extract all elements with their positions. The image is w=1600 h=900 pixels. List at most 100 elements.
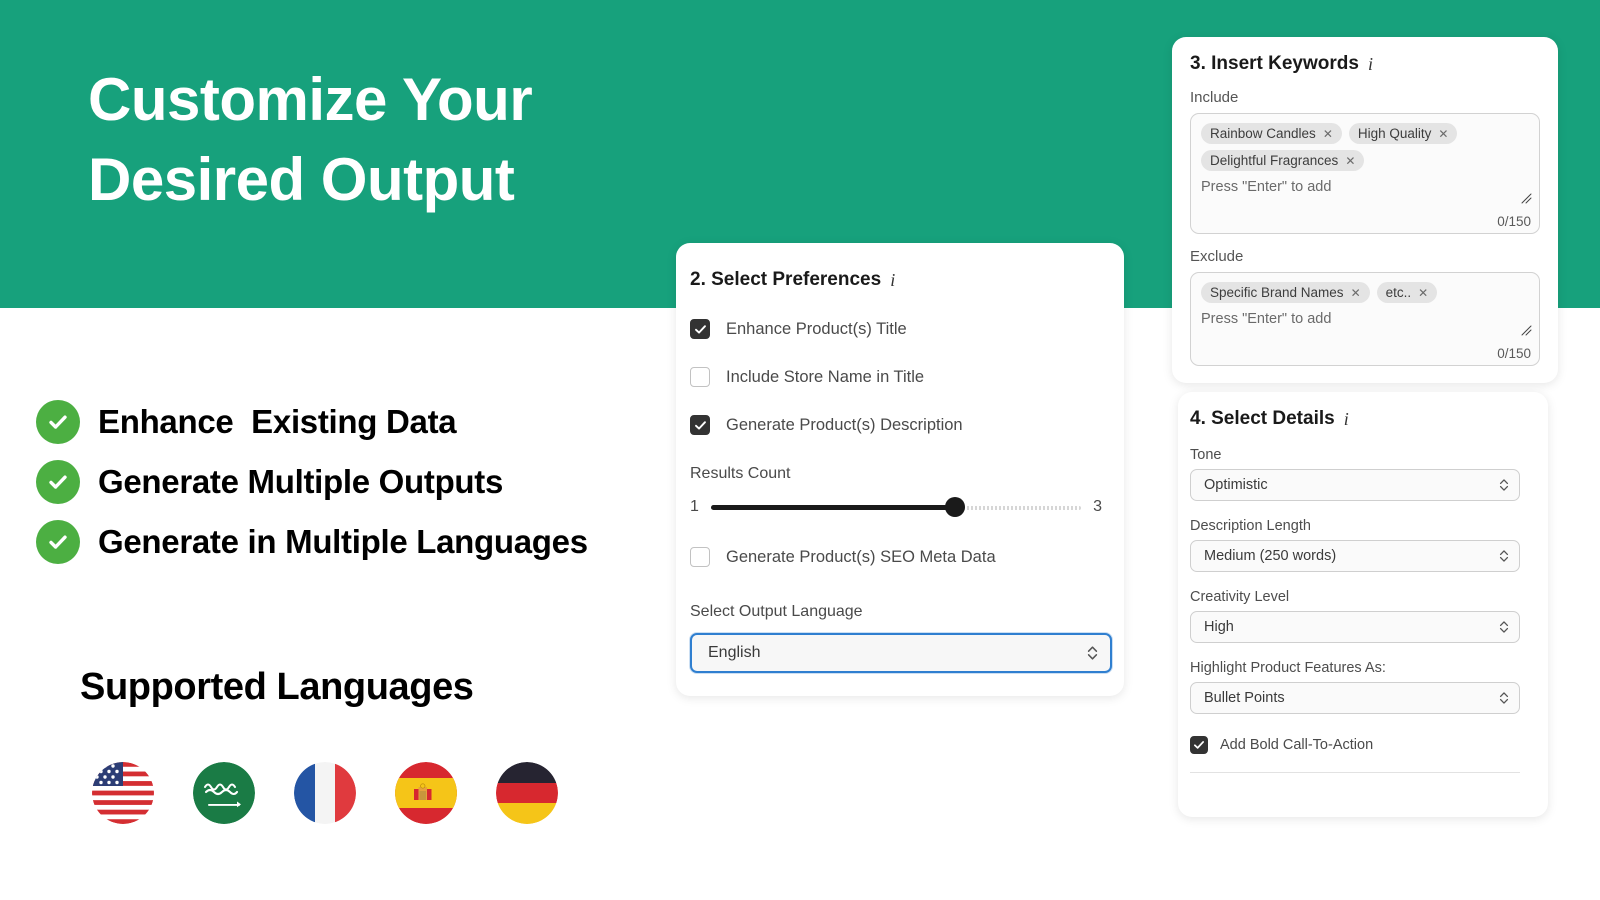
highlight-features-value: Bullet Points [1204,690,1285,706]
checkbox-label: Include Store Name in Title [726,367,925,386]
checkbox-add-bold-cta[interactable] [1190,736,1208,754]
keyword-tag-label: High Quality [1357,126,1432,141]
chevron-updown-icon [1499,478,1509,492]
flag-spain-icon [395,762,457,824]
keyword-tag[interactable]: High Quality ✕ [1348,123,1458,144]
slider-track[interactable] [710,497,1082,517]
checkbox-generate-description[interactable] [690,415,710,435]
resize-grip-icon[interactable] [1521,323,1532,341]
highlight-features-label: Highlight Product Features As: [1190,660,1386,676]
output-language-value: English [708,644,761,661]
output-language-select[interactable]: English [690,633,1112,673]
checkbox-include-store-name[interactable] [690,367,710,387]
results-count-slider[interactable]: 1 3 [690,497,1102,517]
creativity-level-select[interactable]: High [1190,611,1520,643]
slider-min-label: 1 [690,498,699,515]
supported-languages-heading: Supported Languages [80,666,474,708]
check-circle-icon [36,400,80,444]
chevron-updown-icon [1087,645,1098,661]
page-title-line-1: Customize Your [88,66,533,133]
card-title-text: 3. Insert Keywords [1190,53,1359,74]
exclude-char-count: 0/150 [1497,346,1531,361]
tone-value: Optimistic [1204,477,1268,493]
exclude-label: Exclude [1190,248,1244,265]
checkbox-seo-meta-data[interactable] [690,547,710,567]
checkbox-label: Add Bold Call-To-Action [1220,737,1374,753]
keyword-tag[interactable]: Rainbow Candles ✕ [1201,123,1342,144]
chevron-updown-icon [1499,549,1509,563]
flag-list [92,762,558,824]
card-divider [1190,772,1520,773]
exclude-keywords-input[interactable]: Specific Brand Names ✕ etc.. ✕ Press "En… [1190,272,1540,366]
select-details-card: 4. Select Details i Tone Optimistic Desc… [1178,392,1548,817]
insert-keywords-card: 3. Insert Keywords i Include Rainbow Can… [1172,37,1558,383]
card-title-text: 2. Select Preferences [690,269,882,290]
creativity-level-label: Creativity Level [1190,589,1290,605]
slider-max-label: 3 [1093,498,1102,515]
checkbox-label: Generate Product(s) Description [726,415,963,434]
select-details-title: 4. Select Details i [1190,408,1532,430]
flag-united-states-icon [92,762,154,824]
card-title-text: 4. Select Details [1190,408,1335,429]
include-char-count: 0/150 [1497,214,1531,229]
checkbox-row-generate-description[interactable]: Generate Product(s) Description [690,415,1124,435]
slider-thumb[interactable] [945,497,966,517]
keyword-tag[interactable]: etc.. ✕ [1376,282,1438,303]
feature-label: Generate Multiple Outputs [98,463,504,500]
info-icon[interactable]: i [890,270,895,291]
checkbox-enhance-title[interactable] [690,319,710,339]
select-preferences-title: 2. Select Preferences i [690,269,1124,291]
description-length-select[interactable]: Medium (250 words) [1190,540,1520,572]
checkbox-label: Generate Product(s) SEO Meta Data [726,547,996,566]
slider-remaining-track [955,505,1082,510]
feature-label: Generate in Multiple Languages [98,523,588,560]
include-tag-list: Rainbow Candles ✕ High Quality ✕ Delight… [1201,123,1529,171]
info-icon[interactable]: i [1344,409,1349,430]
description-length-value: Medium (250 words) [1204,548,1337,564]
keyword-tag[interactable]: Specific Brand Names ✕ [1201,282,1370,303]
tone-select[interactable]: Optimistic [1190,469,1520,501]
feature-item: Generate Multiple Outputs [36,460,588,504]
tone-label: Tone [1190,447,1222,463]
include-placeholder: Press "Enter" to add [1201,179,1332,195]
keyword-tag-label: Delightful Fragrances [1210,153,1339,168]
results-count-label: Results Count [690,465,791,482]
info-icon[interactable]: i [1368,54,1373,75]
chevron-updown-icon [1499,620,1509,634]
remove-tag-icon[interactable]: ✕ [1351,287,1361,299]
checkbox-row-seo-meta-data[interactable]: Generate Product(s) SEO Meta Data [690,547,1124,567]
remove-tag-icon[interactable]: ✕ [1418,287,1428,299]
remove-tag-icon[interactable]: ✕ [1438,128,1448,140]
checkbox-row-bold-cta[interactable]: Add Bold Call-To-Action [1190,736,1532,754]
keyword-tag[interactable]: Delightful Fragrances ✕ [1201,150,1365,171]
page-title-line-2: Desired Output [88,146,515,214]
exclude-placeholder: Press "Enter" to add [1201,311,1332,327]
keyword-tag-label: etc.. [1385,285,1412,300]
flag-saudi-arabia-icon [193,762,255,824]
keyword-tag-label: Rainbow Candles [1210,126,1316,141]
flag-germany-icon [496,762,558,824]
select-preferences-card: 2. Select Preferences i Enhance Product(… [676,243,1124,696]
checkbox-row-enhance-title[interactable]: Enhance Product(s) Title [690,319,1124,339]
checkbox-label: Enhance Product(s) Title [726,319,907,338]
feature-label: Enhance Existing Data [98,403,457,440]
feature-item: Enhance Existing Data [36,400,588,444]
creativity-level-value: High [1204,619,1234,635]
resize-grip-icon[interactable] [1521,191,1532,209]
checkbox-row-include-store-name[interactable]: Include Store Name in Title [690,367,1124,387]
insert-keywords-title: 3. Insert Keywords i [1190,53,1540,75]
check-circle-icon [36,460,80,504]
include-label: Include [1190,89,1239,106]
remove-tag-icon[interactable]: ✕ [1323,128,1333,140]
description-length-label: Description Length [1190,518,1311,534]
include-keywords-input[interactable]: Rainbow Candles ✕ High Quality ✕ Delight… [1190,113,1540,234]
chevron-updown-icon [1499,691,1509,705]
page-title: Customize Your Desired Output [88,60,708,221]
highlight-features-select[interactable]: Bullet Points [1190,682,1520,714]
remove-tag-icon[interactable]: ✕ [1345,155,1355,167]
output-language-label: Select Output Language [690,603,863,620]
feature-item: Generate in Multiple Languages [36,520,588,564]
check-circle-icon [36,520,80,564]
keyword-tag-label: Specific Brand Names [1210,285,1344,300]
feature-list: Enhance Existing Data Generate Multiple … [36,400,588,580]
